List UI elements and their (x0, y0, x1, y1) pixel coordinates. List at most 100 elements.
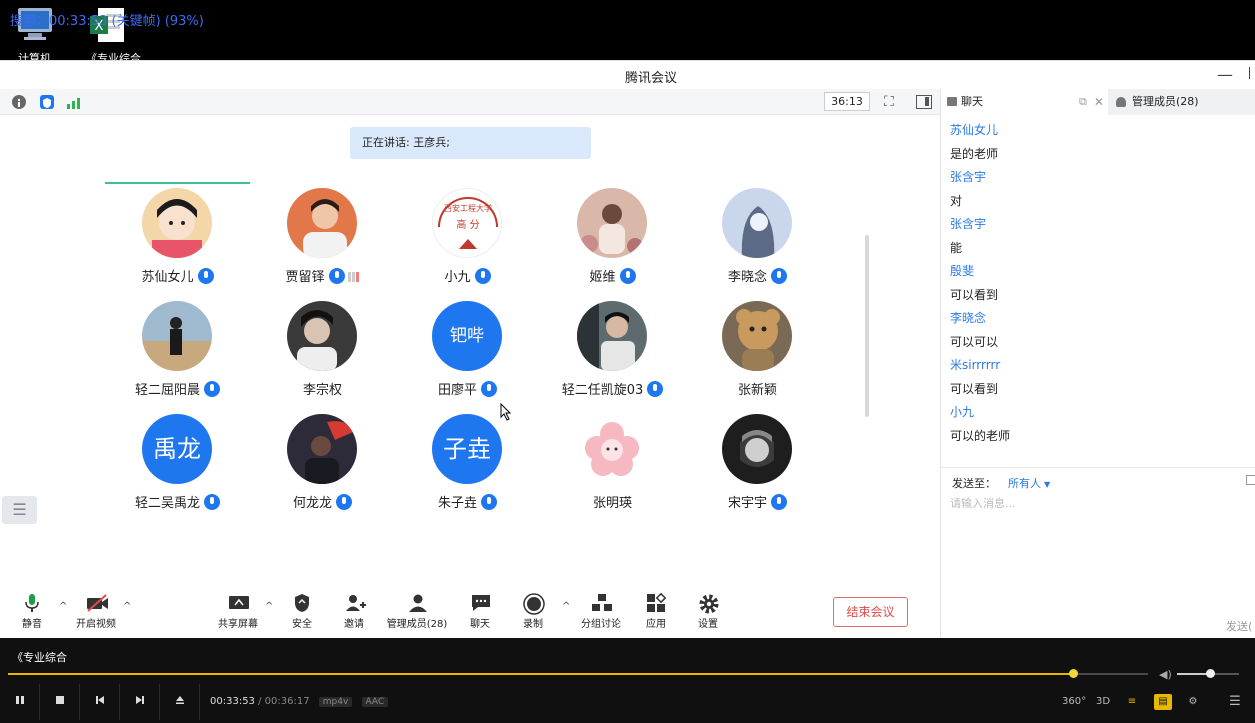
video-gallery: 正在讲话: 王彦兵; ☰ 苏仙女儿 贾留铎 西安工程大学 高 分 小九 姬维 李… (0, 115, 940, 585)
avatar (577, 301, 647, 371)
microphone-icon (336, 494, 352, 510)
avatar: 禹龙 (142, 414, 212, 484)
shield-icon[interactable] (40, 95, 54, 109)
minimize-button[interactable]: — (1217, 65, 1233, 84)
tab-members[interactable]: 管理成员(28) (1108, 89, 1255, 115)
message-sender[interactable]: 殷斐 (950, 260, 1250, 284)
participant-name: 李晓念 (685, 266, 830, 285)
apps-button[interactable]: 应用 (643, 592, 669, 630)
popout-icon[interactable]: ⧉ (1079, 89, 1087, 115)
eject-button[interactable] (160, 684, 200, 720)
seek-handle[interactable] (1068, 669, 1078, 678)
participant-tile[interactable]: 钯哔 田廖平 (395, 301, 540, 401)
breakout-rooms-icon (591, 593, 612, 613)
share-options-caret[interactable]: ^ (265, 601, 273, 612)
participant-tile[interactable]: 姬维 (540, 188, 685, 288)
gear-icon[interactable]: ⚙ (1184, 694, 1202, 710)
manage-members-button[interactable]: 管理成员(28) (384, 593, 450, 630)
audio-options-caret[interactable]: ^ (59, 601, 67, 612)
list-view-icon[interactable]: ☰ (2, 496, 37, 524)
members-label: 管理成员(28) (386, 619, 448, 630)
mouse-cursor-icon (500, 402, 512, 425)
apps-icon (646, 592, 667, 613)
participant-tile[interactable]: 轻二任凯旋03 (540, 301, 685, 401)
record-icon (523, 593, 545, 615)
microphone-icon (771, 268, 787, 284)
microphone-icon (197, 268, 214, 284)
participant-tile[interactable]: 宋宇宇 (685, 414, 830, 514)
microphone-icon (328, 268, 345, 284)
message-text: 对 (950, 193, 963, 208)
security-button[interactable]: 安全 (288, 593, 316, 630)
message-text: 可以可以 (950, 334, 999, 349)
microphone-icon (619, 268, 636, 284)
end-meeting-button[interactable]: 结束会议 (833, 597, 908, 627)
next-button[interactable] (120, 684, 160, 720)
record-options-caret[interactable]: ^ (562, 601, 570, 612)
message-text: 可以看到 (950, 381, 999, 396)
message-sender[interactable]: 米sirrrrrr (950, 354, 1250, 378)
mute-button[interactable]: 静音 (16, 593, 48, 630)
volume-icon[interactable]: ◀) (1159, 668, 1172, 681)
avatar (722, 414, 792, 484)
previous-button[interactable] (80, 684, 120, 720)
meeting-toolbar: 静音 ^ 开启视频 ^ 共享屏幕 ^ 安全 邀请 管理成员(28) 聊天 录制 … (0, 585, 940, 639)
settings-button[interactable]: 设置 (695, 593, 721, 630)
close-icon[interactable]: ✕ (1094, 89, 1104, 115)
breakout-rooms-button[interactable]: 分组讨论 (578, 593, 624, 630)
members-icon (1116, 97, 1126, 107)
participant-tile[interactable]: 苏仙女儿 (105, 188, 250, 288)
video-options-caret[interactable]: ^ (123, 601, 131, 612)
participant-tile[interactable]: 贾留铎 (250, 188, 395, 288)
3d-button[interactable]: 3D (1094, 694, 1112, 710)
participant-tile[interactable]: 轻二屈阳晨 (105, 301, 250, 401)
tab-chat[interactable]: 聊天 ⧉ ✕ (941, 89, 1108, 115)
gallery-scrollbar[interactable] (865, 235, 869, 417)
volume-handle[interactable] (1205, 669, 1215, 678)
tab-members-label: 管理成员(28) (1132, 95, 1199, 108)
info-icon[interactable] (12, 95, 26, 109)
chevron-down-icon[interactable]: ▼ (1044, 480, 1050, 489)
vr-360-button[interactable]: 360° (1062, 694, 1086, 710)
pause-button[interactable] (0, 684, 40, 720)
participant-tile[interactable]: 禹龙 轻二吴禹龙 (105, 414, 250, 514)
message-sender[interactable]: 苏仙女儿 (950, 119, 1250, 143)
fullscreen-icon[interactable]: ⛶ (884, 94, 894, 110)
share-screen-button[interactable]: 共享屏幕 (216, 593, 260, 630)
send-to-value[interactable]: 所有人 (1008, 477, 1041, 490)
send-to-selector[interactable]: 发送至： 所有人 ▼ (952, 475, 1050, 491)
message-sender[interactable]: 张含宇 (950, 213, 1250, 237)
volume-slider[interactable] (1177, 669, 1239, 678)
message-sender[interactable]: 小九 (950, 401, 1250, 425)
chat-button[interactable]: 聊天 (466, 593, 494, 630)
subtitle-icon[interactable]: ▤ (1154, 694, 1172, 710)
participant-tile[interactable]: 张明瑛 (540, 414, 685, 514)
message-sender[interactable]: 张含宇 (950, 166, 1250, 190)
active-speaker-banner: 正在讲话: 王彦兵; (350, 127, 591, 159)
image-icon[interactable] (1246, 475, 1255, 485)
video-button[interactable]: 开启视频 (72, 593, 120, 630)
maximize-button[interactable] (1249, 67, 1255, 79)
stop-button[interactable] (40, 684, 80, 720)
participant-tile[interactable]: 子垚 朱子垚 (395, 414, 540, 514)
seek-bar[interactable] (8, 669, 1148, 678)
avatar (577, 188, 647, 258)
chat-input[interactable]: 请输入消息... (950, 495, 1016, 511)
send-button[interactable]: 发送( (1226, 618, 1252, 634)
playlist-search-icon[interactable]: ≡ (1123, 694, 1141, 710)
record-button[interactable]: 录制 (519, 593, 547, 630)
participant-tile[interactable]: 西安工程大学 高 分 小九 (395, 188, 540, 288)
participant-tile[interactable]: 李晓念 (685, 188, 830, 288)
participant-name: 张新颖 (737, 383, 777, 398)
invite-button[interactable]: 邀请 (339, 593, 369, 630)
participant-tile[interactable]: 何龙龙 (250, 414, 395, 514)
chat-panel: 聊天 ⧉ ✕ 管理成员(28) 苏仙女儿 是的老师 张含宇 对 张含宇 能 殷斐… (940, 89, 1255, 639)
participant-tile[interactable]: 李宗权 (250, 301, 395, 401)
message-sender[interactable]: 李晓念 (950, 307, 1250, 331)
side-panel-toggle-icon[interactable] (916, 95, 932, 109)
participant-tile[interactable]: 张新颖 (685, 301, 830, 401)
record-label: 录制 (523, 619, 543, 630)
tab-chat-label: 聊天 (961, 95, 983, 108)
signal-strength-icon[interactable] (66, 95, 80, 109)
menu-icon[interactable]: ☰ (1226, 694, 1244, 710)
